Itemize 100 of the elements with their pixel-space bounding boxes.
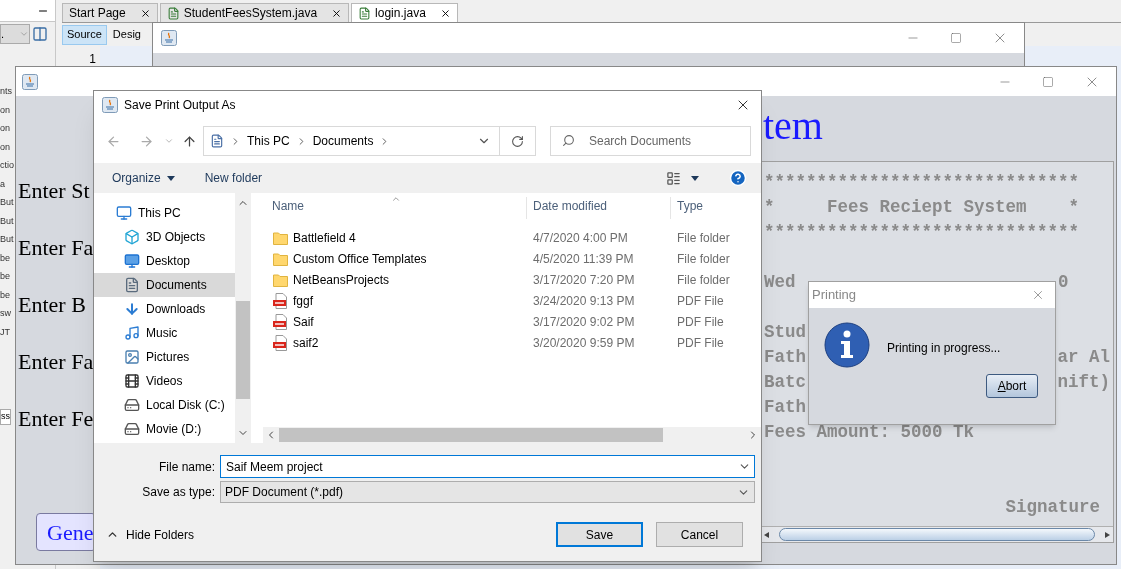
nav-item[interactable]: 3D Objects: [94, 225, 235, 249]
tab-label[interactable]: ss: [0, 409, 11, 425]
file-row[interactable]: fggf 3/24/2020 9:13 PM PDF File: [263, 290, 761, 311]
message-text: Printing in progress...: [887, 340, 1001, 357]
folder-icon: [273, 251, 288, 266]
dialog-title: Save Print Output As: [124, 97, 236, 114]
abort-button[interactable]: Abort: [986, 374, 1038, 398]
view-tab[interactable]: Source: [62, 24, 107, 45]
line-number: 1: [89, 51, 96, 68]
receipt-line: nift): [1057, 371, 1110, 394]
window-icon[interactable]: [32, 26, 48, 42]
generate-button[interactable]: Gene: [36, 513, 96, 551]
file-tab[interactable]: login.java: [351, 3, 458, 22]
folder-icon: [273, 272, 288, 287]
sort-icon: [391, 194, 401, 204]
help-icon[interactable]: [729, 169, 747, 187]
toolbar-button[interactable]: Organize: [112, 169, 175, 187]
file-row[interactable]: Custom Office Templates 4/5/2020 11:39 PM File folder: [263, 248, 761, 269]
up-icon[interactable]: [182, 133, 197, 149]
field-label: Save as type:: [141, 484, 215, 501]
file-tab[interactable]: StudentFeesSystem.java: [159, 3, 350, 22]
chevron-down-icon[interactable]: [164, 136, 174, 146]
java-icon: [22, 73, 38, 90]
nav-item[interactable]: Movie (D:): [94, 417, 235, 441]
nav-item[interactable]: This PC: [94, 201, 235, 225]
nav-item[interactable]: Videos: [94, 369, 235, 393]
receipt-line: 0: [1058, 271, 1069, 294]
horizontal-scrollbar[interactable]: [761, 526, 1113, 542]
hide-folders-button[interactable]: Hide Folders: [106, 525, 195, 544]
tree-label: But: [0, 233, 14, 246]
file-name-field[interactable]: Saif Meem project: [220, 455, 755, 478]
app-title: tem: [762, 106, 823, 146]
field-label: Enter Fa: [18, 235, 94, 260]
tree-label: ctio: [0, 159, 14, 172]
cancel-button[interactable]: Cancel: [656, 522, 743, 547]
field-label: Enter B: [18, 292, 86, 317]
file-row[interactable]: Saif 3/17/2020 9:02 PM PDF File: [263, 311, 761, 332]
close-icon[interactable]: [331, 7, 343, 19]
receipt-rule: ******************************: [764, 222, 1080, 242]
file-type-select[interactable]: PDF Document (*.pdf): [220, 481, 755, 503]
back-icon[interactable]: [106, 133, 121, 149]
file-tab[interactable]: Start Page: [62, 3, 158, 22]
pdf-file-icon: [273, 313, 288, 330]
search-field[interactable]: Search Documents: [550, 126, 751, 156]
cube-icon: [124, 229, 140, 245]
dropdown[interactable]: .: [0, 24, 30, 44]
tree-label: a: [0, 177, 5, 191]
nav-item[interactable]: Desktop: [94, 249, 235, 273]
nav-item[interactable]: Music: [94, 321, 235, 345]
view-tab[interactable]: Desig: [108, 24, 145, 45]
nav-item[interactable]: Downloads: [94, 297, 235, 321]
column-header[interactable]: Name: [263, 197, 526, 219]
column-header[interactable]: Date modified: [526, 197, 670, 219]
receipt-line: Fees Amount: 5000 Tk: [764, 422, 975, 442]
view-icon: [666, 170, 681, 186]
nav-item[interactable]: Pictures: [94, 345, 235, 369]
tree-label: on: [0, 140, 10, 154]
file-row[interactable]: Battlefield 4 4/7/2020 4:00 PM File folder: [263, 227, 761, 248]
film-icon: [124, 373, 140, 389]
toolbar-button[interactable]: New folder: [204, 169, 263, 187]
breadcrumb-item[interactable]: Documents: [312, 132, 374, 150]
computer-icon: [116, 205, 132, 221]
field-label: File name:: [157, 458, 215, 476]
nav-item[interactable]: Local Disk (C:): [94, 393, 235, 417]
dialog-title: Printing: [812, 286, 857, 305]
field-label: Enter St: [18, 178, 90, 203]
close-icon[interactable]: [439, 7, 451, 19]
column-header[interactable]: Type: [670, 197, 761, 219]
receipt-line: Wed: [764, 272, 796, 292]
caret-icon: [166, 175, 175, 181]
java-file-icon: [358, 6, 372, 20]
receipt-line: Stud: [764, 322, 806, 342]
horizontal-scrollbar[interactable]: [263, 427, 761, 443]
forward-icon[interactable]: [139, 133, 154, 149]
document-icon: [210, 134, 224, 148]
tree-label: be: [0, 288, 10, 302]
close-icon[interactable]: [139, 7, 151, 19]
file-row[interactable]: saif2 3/20/2020 9:59 PM PDF File: [263, 332, 761, 353]
nav-item[interactable]: Documents: [94, 273, 235, 297]
tree-label: be: [0, 251, 10, 265]
receipt-rule: ******************************: [764, 172, 1080, 192]
refresh-button[interactable]: [500, 126, 536, 156]
file-row[interactable]: NetBeansProjects 3/17/2020 7:20 PM File folder: [263, 269, 761, 290]
tree-label: nts: [0, 85, 12, 98]
address-bar[interactable]: This PC Documents: [203, 126, 500, 156]
info-icon: [824, 322, 870, 368]
desktop-icon: [124, 253, 140, 269]
breadcrumb-item[interactable]: This PC: [247, 132, 290, 150]
tree-label: on: [0, 103, 10, 117]
hard-drive-icon: [124, 421, 140, 437]
java-file-icon: [166, 6, 180, 20]
receipt-line: Fath: [764, 347, 806, 367]
receipt-line: Fath: [764, 397, 806, 417]
maximize-icon[interactable]: [1042, 75, 1054, 88]
maximize-icon[interactable]: [950, 32, 962, 44]
view-options-button[interactable]: [666, 170, 699, 186]
save-button[interactable]: Save: [556, 522, 643, 547]
tree-label: sw: [0, 307, 11, 320]
receipt-line: Batc: [764, 372, 806, 392]
pdf-file-icon: [273, 292, 288, 309]
